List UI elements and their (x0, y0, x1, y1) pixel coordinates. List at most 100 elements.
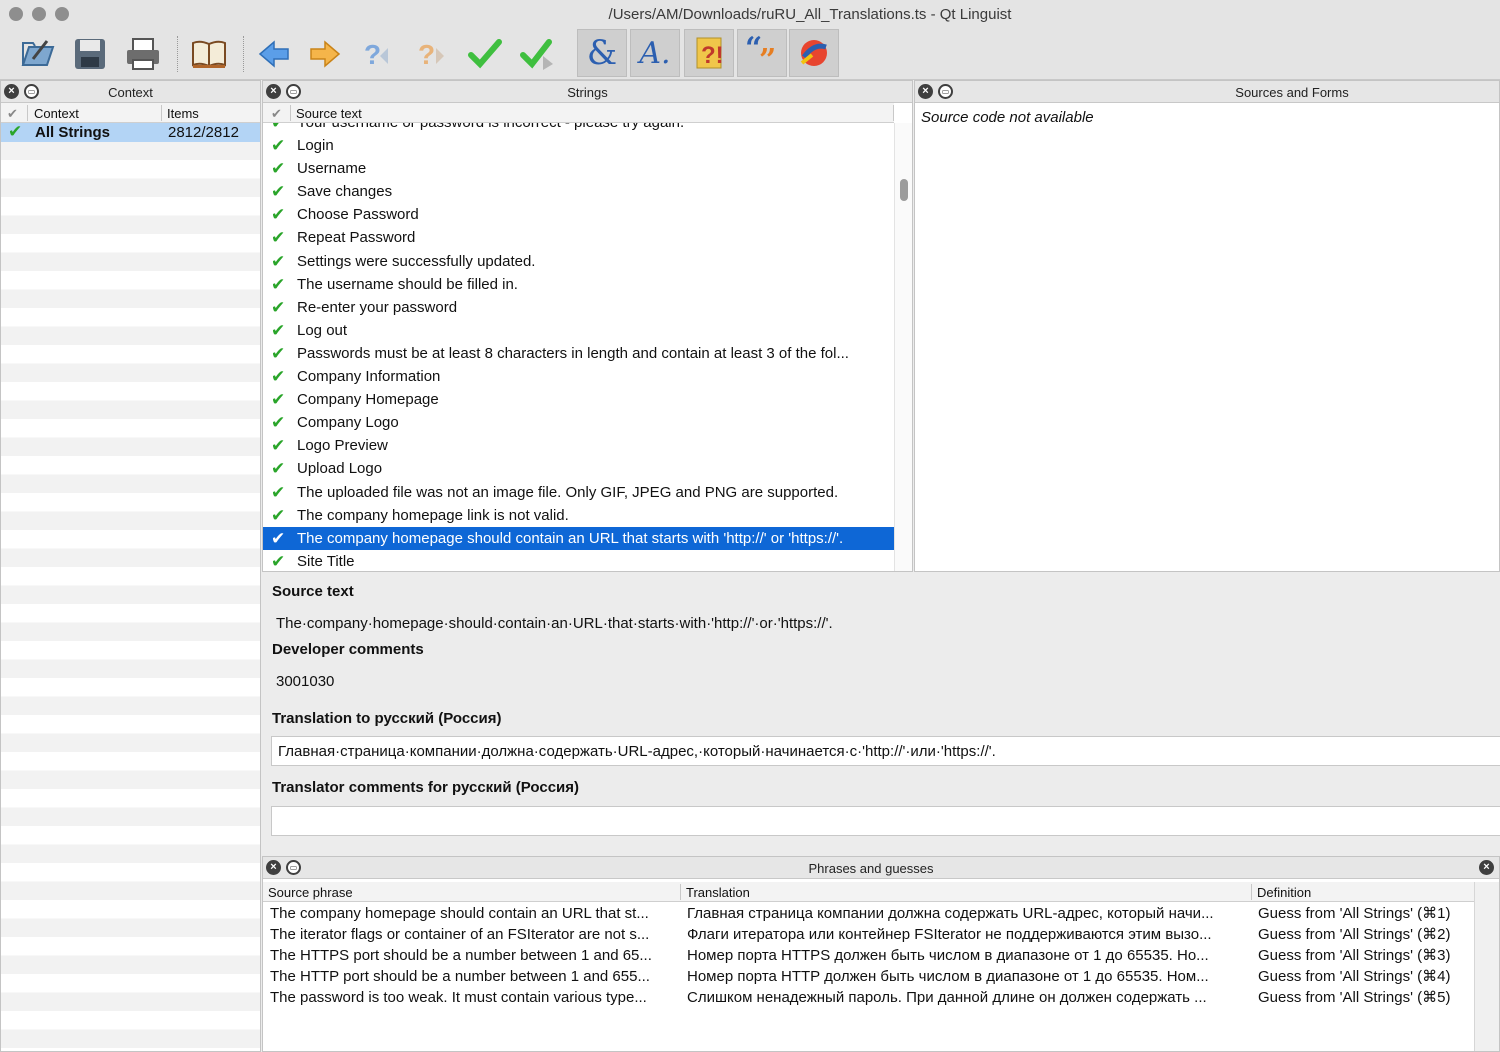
prev-icon[interactable] (252, 32, 296, 76)
string-row[interactable]: ✔ Company Logo (263, 411, 894, 434)
accelerators-icon[interactable]: & (577, 29, 627, 77)
string-source-text: Passwords must be at least 8 characters … (297, 344, 849, 362)
translator-comments-field[interactable] (271, 806, 1500, 836)
phrases-scrollbar[interactable] (1474, 882, 1499, 1051)
strings-panel-header: × ▭ Strings (263, 81, 912, 103)
translator-comments-label: Translator comments for русский (Россия) (272, 779, 580, 796)
strings-column-header[interactable]: ✔ Source text (263, 103, 894, 123)
string-row[interactable]: ✔ Re-enter your password (263, 296, 894, 319)
next-unfinished-icon[interactable]: ? (410, 32, 454, 76)
print-icon[interactable] (121, 32, 165, 76)
source-text-label: Source text (272, 583, 354, 600)
strings-panel: × ▭ Strings ✔ Source text ✔ Your usernam… (262, 80, 913, 572)
svg-text:?: ? (418, 39, 435, 70)
next-icon[interactable] (303, 32, 347, 76)
translation-field[interactable]: Главная·страница·компании·должна·содержа… (271, 736, 1500, 766)
save-icon[interactable] (68, 32, 112, 76)
place-markers-icon[interactable]: “” (737, 29, 787, 77)
phrase-definition: Guess from 'All Strings' (⌘4) (1258, 968, 1451, 985)
svg-text:”: ” (759, 43, 776, 72)
toolbar-separator (177, 36, 178, 72)
column-items[interactable]: Items (167, 106, 199, 121)
header-check-icon: ✔ (271, 106, 282, 121)
string-row[interactable]: ✔ Passwords must be at least 8 characters… (263, 342, 894, 365)
phrase-source: The password is too weak. It must contai… (270, 989, 647, 1006)
string-row[interactable]: ✔ The uploaded file was not an image file… (263, 481, 894, 504)
prev-unfinished-icon[interactable]: ? (356, 32, 400, 76)
string-row[interactable]: ✔ The username should be filled in. (263, 273, 894, 296)
phrase-row[interactable]: The HTTP port should be a number between… (263, 966, 1474, 987)
developer-comments-label: Developer comments (272, 641, 424, 658)
done-icon[interactable] (463, 32, 507, 76)
context-column-header[interactable]: ✔ Context Items (1, 103, 260, 123)
done-check-icon: ✔ (271, 482, 286, 502)
string-row[interactable]: ✔ Site Title (263, 550, 894, 571)
done-check-icon: ✔ (271, 123, 285, 134)
phrase-source: The HTTPS port should be a number betwee… (270, 947, 652, 964)
phrase-row[interactable]: The iterator flags or container of an FS… (263, 924, 1474, 945)
string-row[interactable]: ✔ The company homepage link is not valid. (263, 504, 894, 527)
string-row[interactable]: ✔ Username (263, 157, 894, 180)
string-row[interactable]: ✔ Repeat Password (263, 226, 894, 249)
surrounding-whitespace-icon[interactable] (789, 29, 839, 77)
phrase-matches-icon[interactable]: ?! (684, 29, 734, 77)
string-source-text: Re-enter your password (297, 298, 458, 316)
string-source-text: Upload Logo (297, 460, 383, 478)
string-source-text: Login (297, 137, 334, 154)
string-source-text: Company Logo (297, 414, 399, 432)
sources-panel-title: Sources and Forms (1235, 85, 1349, 100)
string-source-text: The company homepage link is not valid. (297, 506, 569, 524)
done-check-icon: ✔ (271, 551, 286, 571)
phrases-list[interactable]: The company homepage should contain an U… (263, 903, 1474, 1051)
phrase-translation: Главная страница компании должна содержа… (687, 905, 1214, 922)
column-context[interactable]: Context (34, 106, 79, 121)
string-row[interactable]: ✔ Logo Preview (263, 434, 894, 457)
phrases-column-header[interactable]: Source phrase Translation Definition (263, 882, 1474, 902)
scrollbar-thumb[interactable] (900, 179, 908, 201)
string-row-partial[interactable]: ✔ Your username or password is incorrect… (263, 123, 894, 134)
column-translation[interactable]: Translation (686, 885, 750, 900)
translation-label: Translation to русский (Россия) (272, 710, 502, 727)
column-source-text[interactable]: Source text (296, 106, 362, 121)
string-row[interactable]: ✔ Upload Logo (263, 457, 894, 480)
column-definition[interactable]: Definition (1257, 885, 1311, 900)
string-row[interactable]: ✔ Company Information (263, 365, 894, 388)
context-list: ✔ All Strings 2812/2812 (1, 122, 260, 1051)
string-source-text: Logo Preview (297, 437, 388, 455)
phrase-translation: Флаги итератора или контейнер FSIterator… (687, 926, 1212, 943)
string-row[interactable]: ✔ Choose Password (263, 203, 894, 226)
string-row[interactable]: ✔ Company Homepage (263, 388, 894, 411)
strings-panel-title: Strings (567, 85, 608, 100)
phrase-source: The company homepage should contain an U… (270, 905, 649, 922)
phrasebook-icon[interactable] (187, 32, 231, 76)
string-row[interactable]: ✔ Save changes (263, 180, 894, 203)
source-code-message: Source code not available (921, 109, 1094, 126)
column-source-phrase[interactable]: Source phrase (268, 885, 353, 900)
close-phrases-button[interactable]: × (1479, 860, 1494, 875)
done-check-icon: ✔ (271, 251, 286, 271)
string-row[interactable]: ✔ Log out (263, 319, 894, 342)
ending-punctuation-icon[interactable]: A. (630, 29, 680, 77)
string-row[interactable]: ✔ Settings were successfully updated. (263, 250, 894, 273)
phrase-translation: Номер порта HTTP должен быть числом в ди… (687, 968, 1209, 985)
strings-list[interactable]: ✔ Your username or password is incorrect… (263, 123, 912, 571)
done-check-icon: ✔ (271, 228, 286, 248)
string-row[interactable]: ✔ The company homepage should contain an … (263, 526, 894, 550)
phrase-row[interactable]: The password is too weak. It must contai… (263, 987, 1474, 1008)
done-check-icon: ✔ (271, 390, 286, 410)
phrase-definition: Guess from 'All Strings' (⌘3) (1258, 947, 1451, 964)
done-next-icon[interactable] (516, 32, 560, 76)
string-row[interactable]: ✔ Login (263, 134, 894, 157)
phrase-row[interactable]: The company homepage should contain an U… (263, 903, 1474, 924)
phrase-definition: Guess from 'All Strings' (⌘5) (1258, 989, 1451, 1006)
context-panel-header: × ▭ Context (1, 81, 260, 103)
context-row-all-strings[interactable]: ✔ All Strings 2812/2812 (1, 122, 260, 142)
strings-scrollbar[interactable] (894, 123, 912, 571)
string-source-text: Username (297, 160, 367, 178)
phrase-row[interactable]: The HTTPS port should be a number betwee… (263, 945, 1474, 966)
string-source-text: The username should be filled in. (297, 275, 518, 293)
open-icon[interactable] (16, 32, 60, 76)
toolbar-separator (243, 36, 244, 72)
phrase-translation: Номер порта HTTPS должен быть числом в д… (687, 947, 1209, 964)
string-source-text: The uploaded file was not an image file.… (297, 483, 839, 501)
